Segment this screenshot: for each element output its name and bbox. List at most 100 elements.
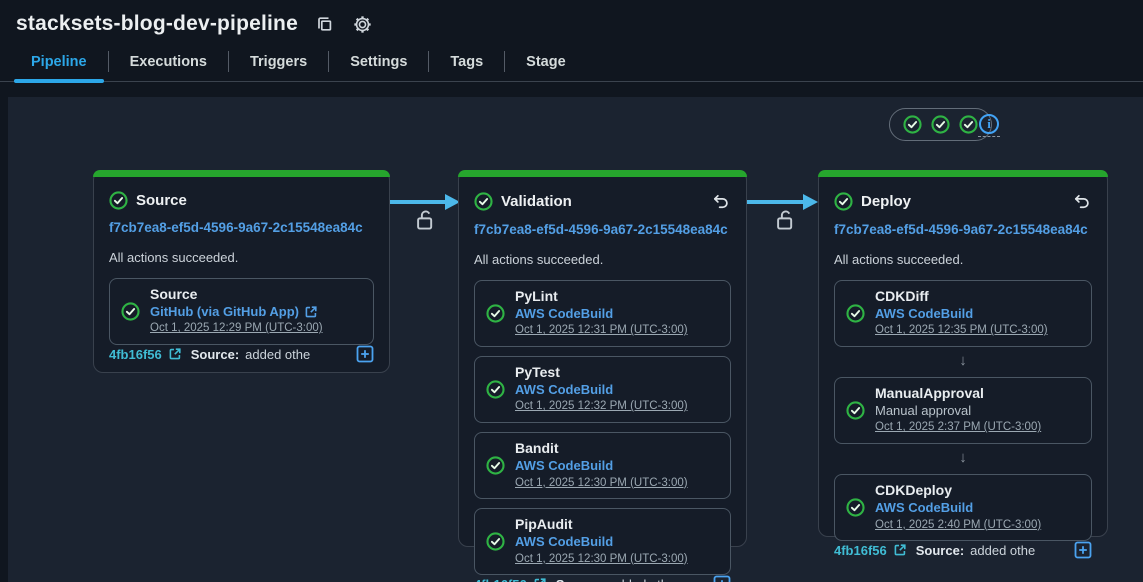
stage-status-text: All actions succeeded. [474,252,731,267]
external-link-icon [168,347,182,361]
success-icon [486,304,505,323]
stage-status-text: All actions succeeded. [109,250,374,265]
action-provider-link: Manual approval [875,403,971,420]
action-card[interactable]: CDKDeploy AWS CodeBuild Oct 1, 2025 2:40… [834,474,1092,541]
action-timestamp-link[interactable]: Oct 1, 2025 12:31 PM (UTC-3:00) [515,322,688,339]
gear-icon[interactable] [352,13,374,35]
action-timestamp-link[interactable]: Oct 1, 2025 12:35 PM (UTC-3:00) [875,322,1048,339]
stage-card: Validation f7cb7ea8-ef5d-4596-9a67-2c155… [458,170,747,547]
commit-message: added othe [610,577,675,582]
action-name: Source [150,286,323,304]
unlocked-transition-icon[interactable] [414,207,437,232]
action-name: PyLint [515,288,688,306]
pipeline-panel: i Source f7cb7ea8-ef5d-4596-9a67-2c15548… [8,97,1143,582]
success-icon [109,191,128,210]
action-provider-link[interactable]: AWS CodeBuild [515,534,613,551]
source-label: Source: [191,347,239,362]
source-label: Source: [916,543,964,558]
stage-name: Source [136,192,187,209]
expand-stage-icon[interactable] [1074,541,1092,559]
success-icon [846,401,865,420]
commit-link[interactable]: 4fb16f56 [474,577,527,582]
action-provider-link[interactable]: GitHub (via GitHub App) [150,304,299,321]
action-card[interactable]: PyLint AWS CodeBuild Oct 1, 2025 12:31 P… [474,280,731,347]
action-name: PyTest [515,364,688,382]
action-timestamp-link[interactable]: Oct 1, 2025 12:29 PM (UTC-3:00) [150,320,323,337]
success-icon [903,115,922,134]
title-bar: stacksets-blog-dev-pipeline [0,0,1143,40]
action-card[interactable]: PyTest AWS CodeBuild Oct 1, 2025 12:32 P… [474,356,731,423]
success-icon [846,498,865,517]
execution-id-link[interactable]: f7cb7ea8-ef5d-4596-9a67-2c15548ea84c [109,220,374,235]
source-label: Source: [556,577,604,582]
execution-id-link[interactable]: f7cb7ea8-ef5d-4596-9a67-2c15548ea84c [474,222,731,237]
tab-bar: PipelineExecutionsTriggersSettingsTagsSt… [0,42,1143,82]
stage-header: Deploy [834,191,1092,212]
action-provider-link[interactable]: AWS CodeBuild [875,500,973,517]
copy-icon[interactable] [314,13,336,35]
action-name: CDKDeploy [875,482,1041,500]
tab-stage[interactable]: Stage [505,42,587,81]
external-link-icon [533,577,547,582]
action-provider-link[interactable]: AWS CodeBuild [515,382,613,399]
stage-card: Source f7cb7ea8-ef5d-4596-9a67-2c15548ea… [93,170,390,373]
action-provider-link[interactable]: AWS CodeBuild [515,306,613,323]
action-provider-link[interactable]: AWS CodeBuild [875,306,973,323]
stage-header: Source [109,191,374,210]
commit-link[interactable]: 4fb16f56 [109,347,162,362]
action-card[interactable]: Source GitHub (via GitHub App) Oct 1, 20… [109,278,374,345]
action-timestamp-link[interactable]: Oct 1, 2025 12:30 PM (UTC-3:00) [515,475,688,492]
commit-message: added othe [245,347,310,362]
action-name: ManualApproval [875,385,1041,403]
stage-actions: CDKDiff AWS CodeBuild Oct 1, 2025 12:35 … [834,271,1092,541]
action-card[interactable]: ManualApproval Manual approval Oct 1, 20… [834,377,1092,444]
action-name: Bandit [515,440,688,458]
tab-settings[interactable]: Settings [329,42,428,81]
success-icon [486,380,505,399]
pipeline-status-pill[interactable] [889,108,992,141]
stage-status-text: All actions succeeded. [834,252,1092,267]
external-link-icon [893,543,907,557]
stage-name: Deploy [861,193,911,210]
execution-id-link[interactable]: f7cb7ea8-ef5d-4596-9a67-2c15548ea84c [834,222,1092,237]
stage-header: Validation [474,191,731,212]
action-card[interactable]: PipAudit AWS CodeBuild Oct 1, 2025 12:30… [474,508,731,575]
action-name: CDKDiff [875,288,1048,306]
retry-stage-icon[interactable] [1071,191,1092,212]
commit-message: added othe [970,543,1035,558]
action-name: PipAudit [515,516,688,534]
info-icon[interactable]: i [978,114,1000,137]
retry-stage-icon[interactable] [710,191,731,212]
tab-pipeline[interactable]: Pipeline [10,42,108,81]
success-icon [121,302,140,321]
success-icon [474,192,493,211]
action-provider-link[interactable]: AWS CodeBuild [515,458,613,475]
stage-actions: Source GitHub (via GitHub App) Oct 1, 20… [109,269,374,345]
action-timestamp-link[interactable]: Oct 1, 2025 2:40 PM (UTC-3:00) [875,517,1041,534]
action-card[interactable]: Bandit AWS CodeBuild Oct 1, 2025 12:30 P… [474,432,731,499]
unlocked-transition-icon[interactable] [774,207,797,232]
tab-executions[interactable]: Executions [109,42,228,81]
success-icon [834,192,853,211]
success-icon [931,115,950,134]
action-timestamp-link[interactable]: Oct 1, 2025 2:37 PM (UTC-3:00) [875,419,1041,436]
stage-actions: PyLint AWS CodeBuild Oct 1, 2025 12:31 P… [474,271,731,575]
action-card[interactable]: CDKDiff AWS CodeBuild Oct 1, 2025 12:35 … [834,280,1092,347]
commit-link[interactable]: 4fb16f56 [834,543,887,558]
tab-triggers[interactable]: Triggers [229,42,328,81]
stage-name: Validation [501,193,572,210]
success-icon [486,532,505,551]
tab-tags[interactable]: Tags [429,42,504,81]
external-link-icon [304,305,318,319]
action-flow-arrow-icon: ↓ [834,353,1092,368]
success-icon [959,115,978,134]
success-icon [846,304,865,323]
expand-stage-icon[interactable] [356,345,374,363]
action-timestamp-link[interactable]: Oct 1, 2025 12:32 PM (UTC-3:00) [515,398,688,415]
stage-footer: 4fb16f56 Source: added othe [474,575,731,582]
action-timestamp-link[interactable]: Oct 1, 2025 12:30 PM (UTC-3:00) [515,551,688,568]
success-icon [486,456,505,475]
stage-footer: 4fb16f56 Source: added othe [109,345,374,363]
page-title: stacksets-blog-dev-pipeline [16,12,298,36]
expand-stage-icon[interactable] [713,575,731,582]
